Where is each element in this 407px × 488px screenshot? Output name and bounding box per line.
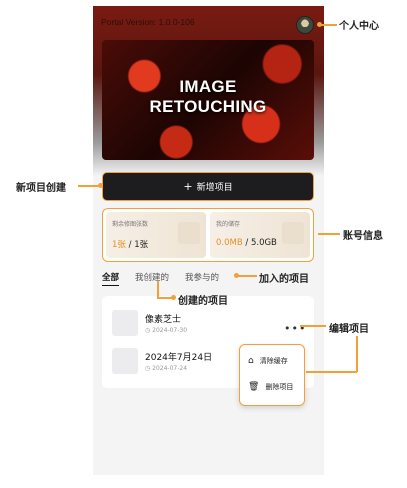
banner-title: IMAGE RETOUCHING xyxy=(102,77,314,117)
annotation-dot xyxy=(98,183,103,188)
annotation-line xyxy=(320,24,337,26)
annotation-line xyxy=(318,233,340,235)
more-options-icon[interactable]: ••• xyxy=(284,322,306,335)
clear-cache-label: 清除缓存 xyxy=(259,357,288,365)
annotation-line xyxy=(300,325,326,327)
avatar[interactable] xyxy=(296,16,314,34)
account-info-panel: 剩余修图张数 1张 / 1张 我的储存 0.0MB / 5.0GB xyxy=(102,208,314,262)
annotation-line xyxy=(78,185,100,187)
remaining-retouch-card: 剩余修图张数 1张 / 1张 xyxy=(106,212,206,258)
broom-icon: ⌂ xyxy=(248,356,254,366)
annotation-line xyxy=(237,275,257,277)
storage-card: 我的储存 0.0MB / 5.0GB xyxy=(210,212,310,258)
project-item[interactable]: 像素芝士 ◷ 2024-07-30 xyxy=(112,310,302,340)
version-text: Portal Version: 1.0.0-106 xyxy=(101,17,195,27)
annotation-dot xyxy=(171,295,176,300)
annotation-account-info: 账号信息 xyxy=(343,231,383,242)
banner-title-line1: IMAGE xyxy=(179,77,237,96)
trash-icon: 🗑 xyxy=(248,382,260,392)
plus-icon: + xyxy=(183,180,193,193)
annotation-line xyxy=(157,281,159,297)
annotation-edit-project: 编辑项目 xyxy=(329,324,369,335)
annotation-created-projects: 创建的项目 xyxy=(178,296,228,307)
annotation-new-project: 新项目创建 xyxy=(16,183,66,194)
tab-created[interactable]: 我创建的 xyxy=(135,271,169,286)
banner-image: IMAGE RETOUCHING xyxy=(102,40,314,160)
tab-joined[interactable]: 我参与的 xyxy=(185,271,219,286)
storage-icon xyxy=(282,222,304,244)
project-date: ◷ 2024-07-30 xyxy=(145,327,188,334)
annotation-line xyxy=(356,336,358,372)
annotation-line xyxy=(306,371,357,373)
annotation-personal-center: 个人中心 xyxy=(339,21,379,32)
project-thumbnail xyxy=(112,310,138,336)
tab-all[interactable]: 全部 xyxy=(102,271,120,286)
project-tabs: 全部 我创建的 我参与的 xyxy=(102,271,219,286)
image-icon xyxy=(178,222,200,244)
delete-project-label: 删除项目 xyxy=(265,383,294,391)
banner-title-line2: RETOUCHING xyxy=(149,97,267,116)
phone-screen: Portal Version: 1.0.0-106 IMAGE RETOUCHI… xyxy=(93,6,324,475)
project-context-menu: ⌂ 清除缓存 🗑 删除项目 xyxy=(239,344,305,406)
clear-cache-menu-item[interactable]: ⌂ 清除缓存 xyxy=(248,356,288,366)
project-thumbnail xyxy=(112,348,138,374)
project-date: ◷ 2024-07-24 xyxy=(145,365,188,372)
annotation-joined-projects: 加入的项目 xyxy=(259,274,309,285)
project-title: 像素芝士 xyxy=(145,315,182,325)
project-title: 2024年7月24日 xyxy=(145,353,213,363)
new-project-label: 新增项目 xyxy=(196,183,233,193)
new-project-button[interactable]: + 新增项目 xyxy=(102,172,314,201)
delete-project-menu-item[interactable]: 🗑 删除项目 xyxy=(248,382,293,392)
annotation-line xyxy=(157,297,172,299)
